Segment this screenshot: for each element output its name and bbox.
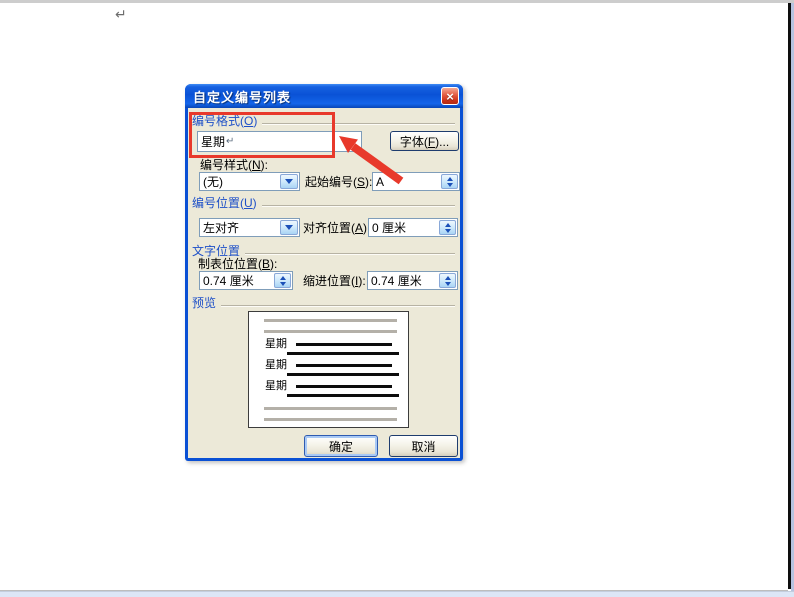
preview-gray-line (264, 418, 397, 421)
cancel-button[interactable]: 取消 (389, 435, 458, 457)
preview-gray-line (264, 330, 397, 333)
indent-position-label: 缩进位置(I): (303, 274, 366, 288)
text-position-caption-text: 文字位置 (192, 244, 241, 258)
paragraph-mark: ↵ (115, 6, 127, 22)
group-number-format-caption: 编号格式(O) (192, 114, 455, 128)
start-number-value: A (376, 174, 385, 189)
start-number-label: 起始编号(S): (305, 175, 373, 189)
preview-item-line (287, 373, 399, 376)
preview-item-line (296, 385, 392, 388)
align-position-spinner[interactable]: 0 厘米 (368, 218, 458, 237)
indent-position-value: 0.74 厘米 (371, 274, 422, 288)
preview-item-text: 星期 (265, 338, 287, 350)
number-format-caption-text: 编号格式(O) (192, 114, 258, 128)
start-number-spinner[interactable]: A (372, 172, 460, 191)
group-separator (245, 252, 455, 254)
return-mark-icon: ↵ (226, 136, 235, 147)
number-style-label: 编号样式(N): (200, 158, 269, 172)
horizontal-scrollbar[interactable] (0, 591, 794, 597)
preview-item-line (287, 394, 399, 397)
group-preview-caption: 预览 (192, 296, 455, 310)
group-separator (221, 304, 455, 306)
group-separator (261, 204, 455, 206)
group-number-position-caption: 编号位置(U) (192, 196, 455, 210)
page-top-border (0, 0, 794, 3)
preview-item-text: 星期 (265, 359, 287, 371)
alignment-value: 左对齐 (203, 221, 240, 235)
align-position-label: 对齐位置(A): (303, 221, 371, 235)
alignment-select[interactable]: 左对齐 (199, 218, 300, 237)
spinner-arrows-icon[interactable] (439, 273, 456, 288)
tab-position-spinner[interactable]: 0.74 厘米 (199, 271, 293, 290)
chevron-down-icon[interactable] (280, 220, 298, 235)
number-format-value: 星期 (201, 135, 226, 149)
tab-position-value: 0.74 厘米 (203, 274, 254, 288)
preview-item-line (287, 352, 399, 355)
preview-item-line (296, 364, 392, 367)
indent-position-spinner[interactable]: 0.74 厘米 (367, 271, 458, 290)
tab-position-label: 制表位位置(B): (198, 257, 278, 271)
group-text-position-caption: 文字位置 (192, 244, 455, 258)
spinner-arrows-icon[interactable] (274, 273, 291, 288)
chevron-down-icon[interactable] (280, 174, 298, 189)
number-style-value: (无) (203, 175, 223, 189)
preview-item-text: 星期 (265, 380, 287, 392)
align-position-value: 0 厘米 (372, 221, 407, 235)
screenshot-root: ↵ 自定义编号列表 × 编号格式(O) 星期 ↵ 字体(F)... 编号样式(N… (0, 0, 794, 597)
preview-caption-text: 预览 (192, 296, 217, 310)
number-position-caption-text: 编号位置(U) (192, 196, 257, 210)
preview-gray-line (264, 407, 397, 410)
number-format-input[interactable]: 星期 ↵ (197, 131, 362, 152)
font-button[interactable]: 字体(F)... (390, 131, 459, 151)
dialog-title: 自定义编号列表 (193, 89, 292, 105)
spinner-arrows-icon[interactable] (441, 174, 458, 189)
spinner-arrows-icon[interactable] (439, 220, 456, 235)
font-button-label: 字体(F)... (399, 134, 450, 149)
close-icon: × (446, 88, 454, 104)
preview-item-line (296, 343, 392, 346)
group-separator (262, 122, 455, 124)
number-style-select[interactable]: (无) (199, 172, 300, 191)
preview-gray-line (264, 319, 397, 322)
ok-button[interactable]: 确定 (304, 435, 378, 457)
close-button[interactable]: × (441, 87, 459, 105)
dialog-titlebar[interactable]: 自定义编号列表 × (185, 84, 463, 108)
customize-numbered-list-dialog: 自定义编号列表 × 编号格式(O) 星期 ↵ 字体(F)... 编号样式(N):… (185, 84, 463, 461)
preview-pane: 星期 星期 星期 (248, 311, 409, 428)
